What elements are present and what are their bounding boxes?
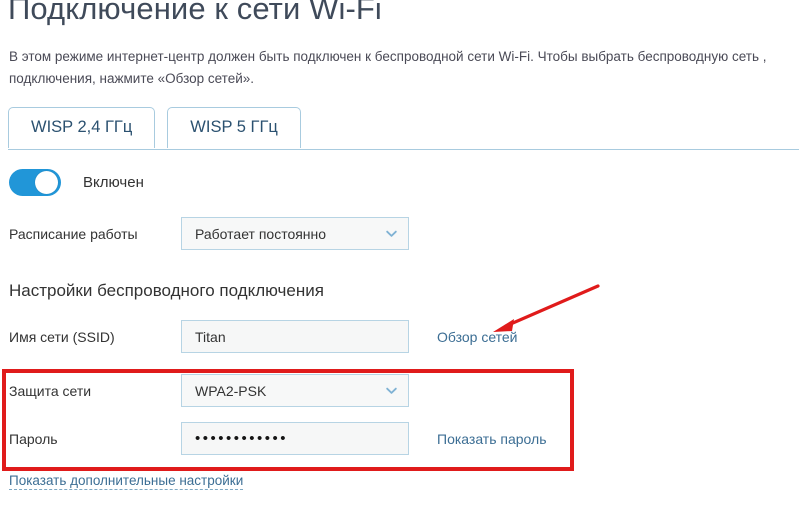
password-input[interactable]: •••••••••••• bbox=[181, 422, 409, 455]
tab-wisp-24ghz[interactable]: WISP 2,4 ГГц bbox=[8, 107, 156, 149]
ssid-label: Имя сети (SSID) bbox=[9, 328, 115, 345]
security-select[interactable]: WPA2-PSK bbox=[181, 374, 409, 407]
tabs-underline bbox=[8, 149, 799, 150]
tab-wisp-24ghz-label: WISP 2,4 ГГц bbox=[31, 118, 133, 136]
schedule-row: Расписание работы Работает постоянно bbox=[9, 217, 409, 250]
chevron-down-icon bbox=[386, 387, 397, 394]
wireless-settings-heading: Настройки беспроводного подключения bbox=[9, 281, 324, 300]
schedule-select[interactable]: Работает постоянно bbox=[181, 217, 409, 250]
security-value: WPA2-PSK bbox=[195, 382, 267, 399]
ssid-row: Имя сети (SSID) Titan Обзор сетей bbox=[9, 320, 518, 353]
enable-toggle[interactable] bbox=[9, 169, 61, 196]
enable-toggle-label: Включен bbox=[83, 174, 144, 191]
password-row: Пароль •••••••••••• Показать пароль bbox=[9, 422, 547, 455]
band-tabs: WISP 2,4 ГГц WISP 5 ГГц bbox=[8, 107, 301, 149]
tab-wisp-5ghz-label: WISP 5 ГГц bbox=[190, 118, 278, 136]
chevron-down-icon bbox=[386, 230, 397, 237]
password-label: Пароль bbox=[9, 430, 58, 447]
browse-networks-link[interactable]: Обзор сетей bbox=[437, 329, 518, 345]
security-row: Защита сети WPA2-PSK bbox=[9, 374, 409, 407]
schedule-value: Работает постоянно bbox=[195, 225, 327, 242]
security-label: Защита сети bbox=[9, 382, 92, 399]
show-advanced-settings-link[interactable]: Показать дополнительные настройки bbox=[9, 473, 244, 490]
schedule-label: Расписание работы bbox=[9, 225, 138, 242]
password-value: •••••••••••• bbox=[195, 431, 289, 446]
ssid-value: Titan bbox=[195, 328, 226, 345]
show-password-link[interactable]: Показать пароль bbox=[437, 431, 547, 447]
enable-toggle-row: Включен bbox=[9, 169, 144, 196]
toggle-knob bbox=[35, 171, 58, 194]
page-title: Подключение к сети Wi-Fi bbox=[8, 0, 382, 26]
wifi-setup-page: Подключение к сети Wi-Fi В этом режиме и… bbox=[0, 0, 799, 515]
page-description: В этом режиме интернет-центр должен быть… bbox=[9, 49, 767, 86]
tab-wisp-5ghz[interactable]: WISP 5 ГГц bbox=[167, 107, 301, 148]
ssid-input[interactable]: Titan bbox=[181, 320, 409, 353]
